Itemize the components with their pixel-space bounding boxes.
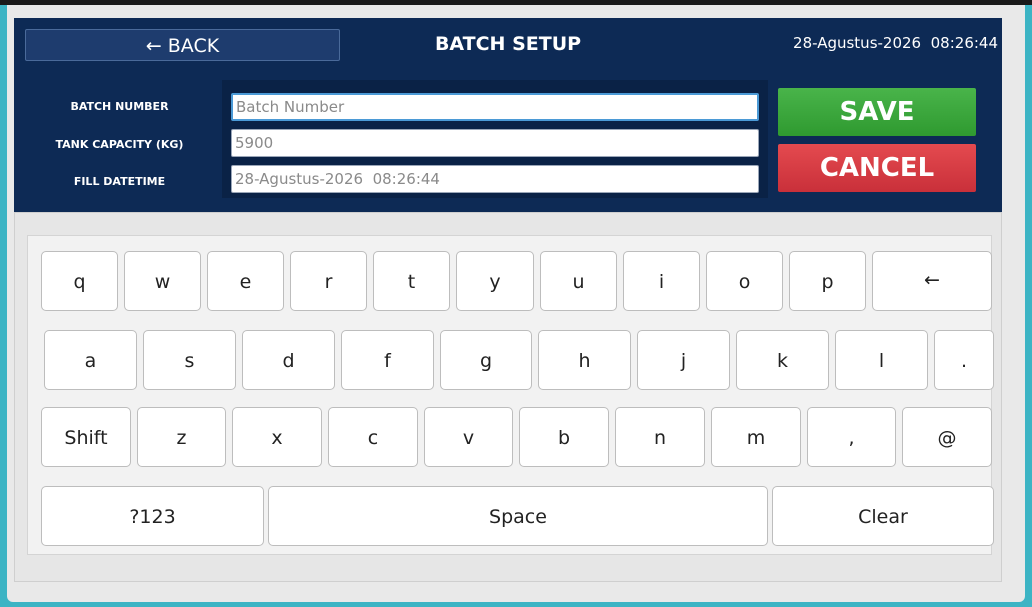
key-comma[interactable]: , [807, 407, 896, 467]
key-d[interactable]: d [242, 330, 335, 390]
key-i[interactable]: i [623, 251, 700, 311]
batch-number-input[interactable]: Batch Number [231, 93, 759, 121]
key-k[interactable]: k [736, 330, 829, 390]
key-t[interactable]: t [373, 251, 450, 311]
clear-key[interactable]: Clear [772, 486, 994, 546]
key-w[interactable]: w [124, 251, 201, 311]
cancel-button[interactable]: CANCEL [778, 144, 976, 192]
key-period[interactable]: . [934, 330, 994, 390]
header-bar: ← BACK BATCH SETUP 28-Agustus-2026 08:26… [14, 18, 1002, 74]
key-j[interactable]: j [637, 330, 730, 390]
key-v[interactable]: v [424, 407, 513, 467]
key-m[interactable]: m [711, 407, 801, 467]
fill-datetime-label: FILL DATETIME [73, 175, 166, 188]
batch-form-panel: BATCH NUMBER Batch Number TANK CAPACITY … [14, 74, 1002, 212]
key-a[interactable]: a [44, 330, 137, 390]
key-c[interactable]: c [328, 407, 418, 467]
key-e[interactable]: e [207, 251, 284, 311]
key-q[interactable]: q [41, 251, 118, 311]
key-o[interactable]: o [706, 251, 783, 311]
shift-key[interactable]: Shift [41, 407, 131, 467]
fill-datetime-input[interactable]: 28-Agustus-2026 08:26:44 [231, 165, 759, 193]
save-button[interactable]: SAVE [778, 88, 976, 136]
key-at[interactable]: @ [902, 407, 992, 467]
key-y[interactable]: y [456, 251, 534, 311]
key-b[interactable]: b [519, 407, 609, 467]
key-u[interactable]: u [540, 251, 617, 311]
backspace-key[interactable]: ← [872, 251, 992, 311]
batch-number-label: BATCH NUMBER [70, 100, 169, 113]
key-h[interactable]: h [538, 330, 631, 390]
page-title: BATCH SETUP [434, 33, 582, 55]
key-p[interactable]: p [789, 251, 866, 311]
tank-capacity-input[interactable]: 5900 [231, 129, 759, 157]
header-datetime: 28-Agustus-2026 08:26:44 [793, 34, 998, 52]
key-l[interactable]: l [835, 330, 928, 390]
tank-capacity-label: TANK CAPACITY (KG) [55, 138, 184, 151]
space-key[interactable]: Space [268, 486, 768, 546]
key-f[interactable]: f [341, 330, 434, 390]
key-g[interactable]: g [440, 330, 532, 390]
key-n[interactable]: n [615, 407, 705, 467]
key-r[interactable]: r [290, 251, 367, 311]
key-s[interactable]: s [143, 330, 236, 390]
symbols-key[interactable]: ?123 [41, 486, 264, 546]
key-z[interactable]: z [137, 407, 226, 467]
back-button[interactable]: ← BACK [25, 29, 340, 61]
key-x[interactable]: x [232, 407, 322, 467]
